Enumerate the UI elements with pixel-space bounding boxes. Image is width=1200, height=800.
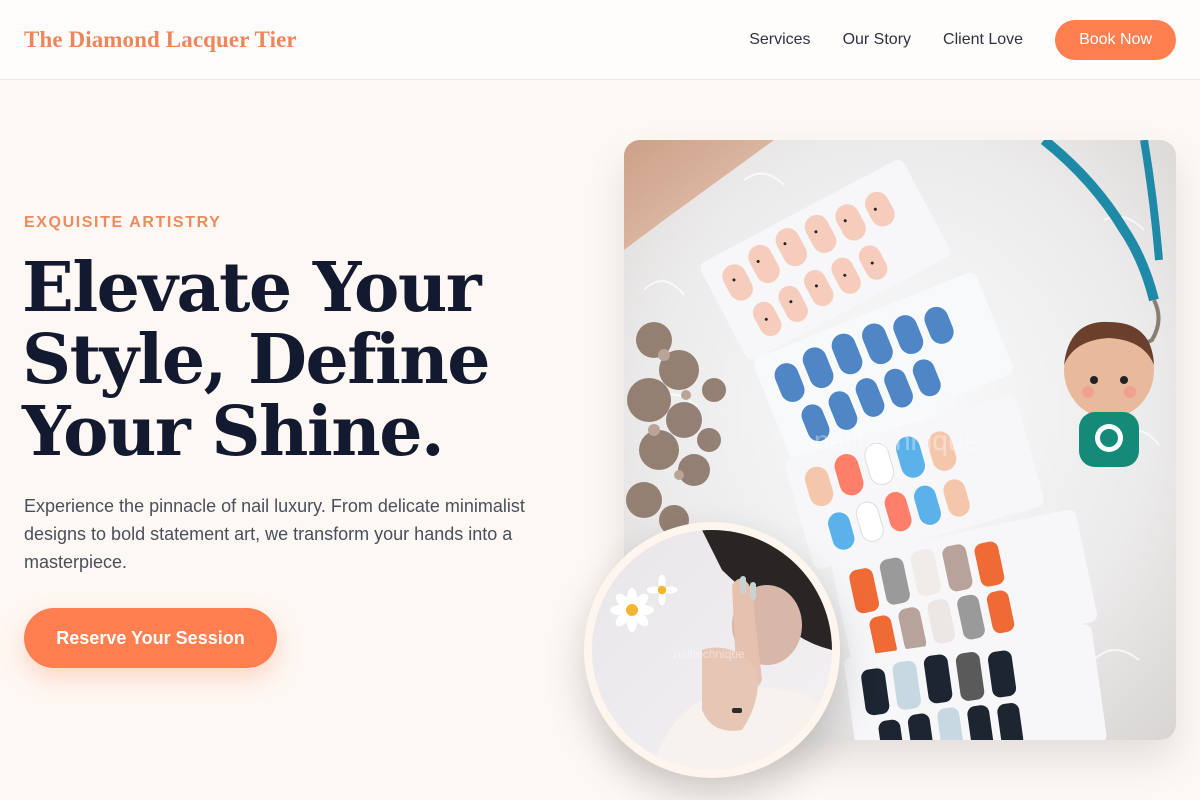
headline-line: Style, Define	[22, 320, 491, 400]
site-header: The Diamond Lacquer Tier Services Our St…	[0, 0, 1200, 80]
hands-inset-photo: nailtechnique	[584, 522, 840, 778]
nav-link-client-love[interactable]: Client Love	[943, 31, 1023, 49]
nav-link-our-story[interactable]: Our Story	[843, 31, 911, 49]
reserve-session-button[interactable]: Reserve Your Session	[24, 608, 277, 668]
book-now-button[interactable]: Book Now	[1055, 19, 1176, 60]
watermark-text: nailtechnique	[814, 425, 979, 456]
hero-eyebrow: EXQUISITE ARTISTRY	[24, 214, 222, 231]
hero-headline: Elevate Your Style, Define Your Shine.	[22, 252, 562, 468]
inset-watermark-text: nailtechnique	[674, 647, 745, 661]
main-nav: Services Our Story Client Love Book Now	[749, 19, 1176, 60]
headline-line: Your Shine.	[22, 392, 445, 472]
headline-line: Elevate Your	[22, 248, 482, 328]
hero-description: Experience the pinnacle of nail luxury. …	[24, 496, 525, 572]
nav-link-services[interactable]: Services	[749, 31, 810, 49]
brand-logo[interactable]: The Diamond Lacquer Tier	[24, 27, 297, 53]
